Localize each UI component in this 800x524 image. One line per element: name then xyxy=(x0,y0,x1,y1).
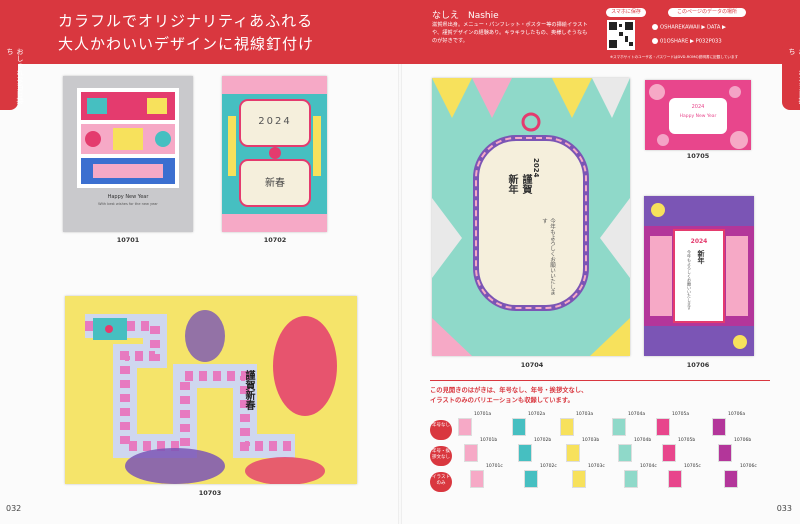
data-path-2-text: 01OSHARE ▶ P032P033 xyxy=(660,38,722,45)
side-tab-right-label: おしゃれな当日持ち xyxy=(788,48,800,104)
card-10706-shinnen: 新年 xyxy=(697,250,705,264)
variation-thumb xyxy=(668,470,682,488)
header-band: カラフルでオリジナリティあふれる 大人かわいいデザインに視線釘付け なしえ Na… xyxy=(0,0,800,64)
card-10701-happy: Happy New Year xyxy=(107,194,149,200)
card-10703-greeting: 謹賀新春 xyxy=(243,370,254,410)
variation-label: 10703c xyxy=(588,464,605,469)
label-10704: 10704 xyxy=(520,361,544,369)
variation-label: 10706a xyxy=(728,412,746,417)
card-10706-art xyxy=(644,196,754,356)
card-10704-kinga: 謹賀 xyxy=(520,174,531,194)
label-10701: 10701 xyxy=(116,236,140,244)
variation-label: 10706c xyxy=(740,464,757,469)
badge-no-year: 年号なし xyxy=(430,420,452,440)
variations-intro-line1: この見開きのはがきは、年号なし、年号・挨拶文なし、 xyxy=(430,387,588,394)
variation-label: 10704b xyxy=(634,438,652,443)
author-name: なしえ Nashie xyxy=(432,11,499,21)
variation-thumb xyxy=(566,444,580,462)
variation-thumb xyxy=(464,444,478,462)
card-10705-happy: Happy New Year xyxy=(679,114,717,119)
author-description: 滋賀県出身。メニュー・パンフレット・ポスター等の挿絵イラストや、謹賀デザインの経… xyxy=(432,22,588,44)
variation-label: 10705a xyxy=(672,412,690,417)
page-number-right: 033 xyxy=(776,504,792,513)
variation-label: 10701a xyxy=(474,412,492,417)
variation-thumb xyxy=(524,470,538,488)
variation-thumb xyxy=(458,418,472,436)
data-path-1-text: OSHAREKAWAII ▶ DATA ▶ xyxy=(660,24,727,31)
variation-label: 10701b xyxy=(480,438,498,443)
variation-thumb xyxy=(724,470,738,488)
variation-label: 10702b xyxy=(534,438,552,443)
folder-icon xyxy=(652,38,658,44)
card-10703-art xyxy=(85,310,337,484)
variation-thumb xyxy=(656,418,670,436)
label-10702: 10702 xyxy=(263,236,287,244)
card-10706-year: 2024 xyxy=(690,238,708,245)
side-tab-left: おしゃれな当日持ち xyxy=(0,40,24,110)
label-10705: 10705 xyxy=(686,152,710,160)
side-tab-left-label: おしゃれな当日持ち xyxy=(6,48,24,104)
variation-thumb xyxy=(662,444,676,462)
header-title-line2: 大人かわいいデザインに視線釘付け xyxy=(58,35,315,53)
variation-thumb xyxy=(470,470,484,488)
variation-label: 10704a xyxy=(628,412,646,417)
card-10705: 2024 Happy New Year xyxy=(645,80,751,150)
variation-thumb xyxy=(612,418,626,436)
card-10704-message: 今年もよろしくお願いいたします xyxy=(541,218,555,295)
variation-label: 10704c xyxy=(640,464,657,469)
variation-thumb xyxy=(718,444,732,462)
badge-illustration-only: イラストのみ xyxy=(430,472,452,492)
data-path-2: 01OSHARE ▶ P032P033 xyxy=(652,38,722,45)
variation-thumb xyxy=(618,444,632,462)
variation-label: 10705b xyxy=(678,438,696,443)
card-10704: 2024 謹賀 新年 今年もよろしくお願いいたします xyxy=(432,78,630,356)
data-path-1: OSHAREKAWAII ▶ DATA ▶ xyxy=(652,24,726,31)
label-10703: 10703 xyxy=(198,489,222,497)
smartphone-save-pill: スマホに保存 xyxy=(606,8,646,17)
variation-label: 10703b xyxy=(582,438,600,443)
variation-thumb xyxy=(518,444,532,462)
card-10704-shinnen: 新年 xyxy=(506,174,517,194)
card-10704-year: 2024 xyxy=(532,158,540,178)
variations-top-rule xyxy=(430,380,770,381)
page-number-left: 032 xyxy=(6,504,22,513)
card-10701-wishes: With best wishes for the new year xyxy=(98,202,158,206)
magazine-spread: カラフルでオリジナリティあふれる 大人かわいいデザインに視線釘付け なしえ Na… xyxy=(0,0,800,524)
variation-thumb xyxy=(712,418,726,436)
card-10705-year: 2024 xyxy=(691,104,705,110)
variation-label: 10706b xyxy=(734,438,752,443)
card-10702-year: 2024 xyxy=(258,116,292,127)
variation-thumb xyxy=(572,470,586,488)
variations-intro-line2: イラストのみのバリエーションも収録しています。 xyxy=(430,397,574,404)
variation-label: 10701c xyxy=(486,464,503,469)
variation-thumb xyxy=(624,470,638,488)
card-10706: 2024 新年 今年もよろしくお願いいたします xyxy=(644,196,754,356)
usage-note: ※スマホサイトのユーザ名・パスワードはDVD-ROMの説明書に記載しています xyxy=(610,55,739,59)
qr-code xyxy=(607,20,635,50)
variation-label: 10702c xyxy=(540,464,557,469)
card-10702: 2024 新春 xyxy=(222,76,327,232)
data-location-pill: このページのデータの場所 xyxy=(668,8,746,17)
card-10703: 謹賀新春 xyxy=(65,296,357,484)
variations-intro: この見開きのはがきは、年号なし、年号・挨拶文なし、 イラストのみのバリエーション… xyxy=(430,386,587,406)
disc-icon xyxy=(652,24,658,30)
header-title-line1: カラフルでオリジナリティあふれる xyxy=(58,12,314,30)
card-10702-shinshun: 新春 xyxy=(265,178,285,189)
badge-no-year-greeting: 年号・挨拶文なし xyxy=(430,446,452,466)
gutter xyxy=(398,0,402,524)
variation-label: 10703a xyxy=(576,412,594,417)
variation-thumb xyxy=(560,418,574,436)
variation-label: 10702a xyxy=(528,412,546,417)
label-10706: 10706 xyxy=(686,361,710,369)
card-10701: Happy New Year With best wishes for the … xyxy=(63,76,193,232)
variation-thumb xyxy=(512,418,526,436)
variation-label: 10705c xyxy=(684,464,701,469)
card-10702-art xyxy=(222,76,327,232)
card-10706-message: 今年もよろしくお願いいたします xyxy=(687,250,692,310)
card-10701-art xyxy=(77,88,179,188)
side-tab-right: おしゃれな当日持ち xyxy=(782,40,800,110)
card-10704-art xyxy=(432,78,630,356)
